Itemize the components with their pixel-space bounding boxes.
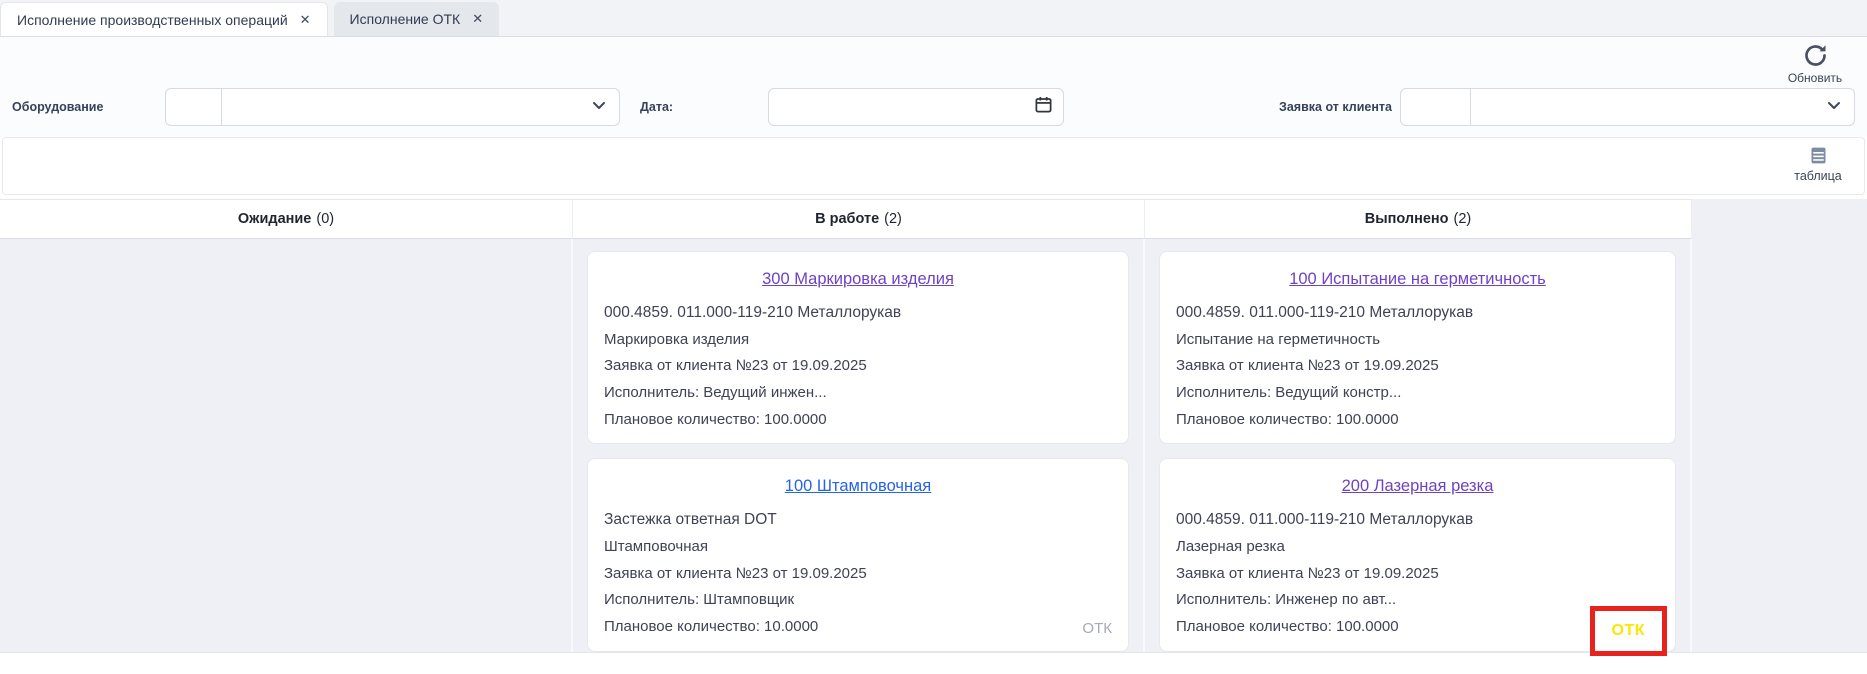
app-root: Исполнение производственных операций ✕ И…	[0, 0, 1867, 673]
card-product: 000.4859. 011.000-119-210 Металлорукав	[604, 299, 1112, 327]
card-quantity: Плановое количество: 100.0000	[604, 407, 1112, 434]
tab-otk[interactable]: Исполнение ОТК ✕	[334, 2, 500, 36]
column-title: Ожидание	[238, 211, 311, 227]
card-executor: Исполнитель: Штамповщик	[604, 587, 1112, 614]
column-title: В работе	[815, 211, 879, 227]
card-quantity: Плановое количество: 10.0000	[604, 614, 1112, 641]
refresh-icon	[1777, 42, 1853, 69]
board-toolbar: таблица	[2, 137, 1865, 195]
card-request: Заявка от клиента №23 от 19.09.2025	[1176, 353, 1659, 380]
card-title-link[interactable]: 100 Испытание на герметичность	[1176, 270, 1659, 289]
card-quantity: Плановое количество: 100.0000	[1176, 614, 1659, 641]
refresh-label: Обновить	[1788, 71, 1842, 85]
bottom-strip	[0, 652, 1867, 673]
table-icon	[1782, 145, 1854, 166]
date-input[interactable]	[768, 88, 1064, 126]
equipment-code-input[interactable]	[166, 89, 222, 125]
kanban-card[interactable]: 100 Испытание на герметичность 000.4859. …	[1159, 251, 1676, 444]
client-request-select[interactable]	[1400, 88, 1855, 126]
equipment-label: Оборудование	[12, 100, 132, 114]
table-view-button[interactable]: таблица	[1782, 145, 1854, 184]
refresh-button[interactable]: Обновить	[1777, 42, 1853, 87]
kanban-card[interactable]: 300 Маркировка изделия 000.4859. 011.000-…	[587, 251, 1129, 444]
card-title-link[interactable]: 300 Маркировка изделия	[604, 270, 1112, 289]
card-request: Заявка от клиента №23 от 19.09.2025	[604, 353, 1112, 380]
card-operation: Лазерная резка	[1176, 534, 1659, 561]
column-title: Выполнено	[1365, 211, 1449, 227]
otk-badge-highlighted[interactable]: ОТК	[1590, 606, 1667, 656]
column-done: 100 Испытание на герметичность 000.4859. …	[1145, 239, 1692, 652]
close-icon[interactable]: ✕	[472, 11, 483, 27]
column-header-in-progress: В работе (2)	[573, 199, 1145, 239]
tab-bar: Исполнение производственных операций ✕ И…	[0, 0, 1867, 37]
column-count: (2)	[1454, 211, 1472, 227]
close-icon[interactable]: ✕	[300, 12, 311, 28]
card-executor: Исполнитель: Ведущий инжен...	[604, 380, 1112, 407]
tab-production-operations[interactable]: Исполнение производственных операций ✕	[0, 2, 328, 36]
card-request: Заявка от клиента №23 от 19.09.2025	[604, 561, 1112, 588]
card-product: 000.4859. 011.000-119-210 Металлорукав	[1176, 506, 1659, 534]
column-header-done: Выполнено (2)	[1145, 199, 1692, 239]
card-request: Заявка от клиента №23 от 19.09.2025	[1176, 561, 1659, 588]
tab-label: Исполнение ОТК	[350, 11, 461, 27]
column-count: (0)	[316, 211, 334, 227]
card-product: Застежка ответная DOT	[604, 506, 1112, 534]
calendar-icon[interactable]	[1034, 95, 1053, 119]
kanban-board: 300 Маркировка изделия 000.4859. 011.000-…	[0, 239, 1867, 652]
card-operation: Штамповочная	[604, 534, 1112, 561]
equipment-select[interactable]	[165, 88, 620, 126]
column-in-progress: 300 Маркировка изделия 000.4859. 011.000-…	[573, 239, 1145, 652]
card-title-link[interactable]: 200 Лазерная резка	[1176, 477, 1659, 496]
card-operation: Испытание на герметичность	[1176, 327, 1659, 354]
column-waiting	[0, 239, 573, 652]
column-header-waiting: Ожидание (0)	[0, 199, 573, 239]
card-title-link[interactable]: 100 Штамповочная	[604, 477, 1112, 496]
top-section: Обновить Оборудование Дата:	[0, 37, 1867, 137]
filter-row: Оборудование Дата: Заявка от	[0, 87, 1867, 127]
kanban-card[interactable]: 100 Штамповочная Застежка ответная DOTШта…	[587, 458, 1129, 651]
card-product: 000.4859. 011.000-119-210 Металлорукав	[1176, 299, 1659, 327]
otk-label: ОТК	[1082, 620, 1112, 637]
card-quantity: Плановое количество: 100.0000	[1176, 407, 1659, 434]
kanban-card[interactable]: 200 Лазерная резка 000.4859. 011.000-119-…	[1159, 458, 1676, 651]
client-request-label: Заявка от клиента	[1279, 100, 1392, 114]
chevron-down-icon[interactable]	[1826, 97, 1842, 118]
column-header-filler	[1692, 199, 1867, 239]
card-executor: Исполнитель: Ведущий констр...	[1176, 380, 1659, 407]
chevron-down-icon[interactable]	[591, 97, 607, 118]
card-operation: Маркировка изделия	[604, 327, 1112, 354]
board-header: Ожидание (0) В работе (2) Выполнено (2)	[0, 199, 1867, 239]
client-request-code-input[interactable]	[1401, 89, 1471, 125]
date-label: Дата:	[640, 100, 673, 114]
tab-label: Исполнение производственных операций	[17, 12, 288, 28]
table-label: таблица	[1794, 169, 1842, 183]
card-executor: Исполнитель: Инженер по авт...	[1176, 587, 1659, 614]
column-count: (2)	[884, 211, 902, 227]
board-filler	[1692, 239, 1867, 652]
